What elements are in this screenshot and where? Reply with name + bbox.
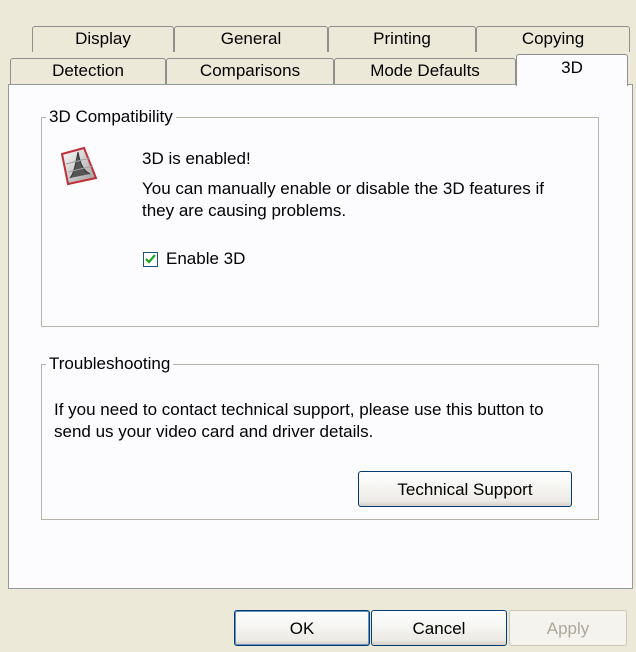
description-line-1: You can manually enable or disable the 3… xyxy=(142,179,544,198)
apply-button[interactable]: Apply xyxy=(509,610,627,646)
3d-graph-icon xyxy=(56,144,102,188)
status-text: 3D is enabled! xyxy=(142,149,251,168)
troubleshooting-line-2: send us your video card and driver detai… xyxy=(54,422,374,441)
tab-printing[interactable]: Printing xyxy=(328,26,476,52)
tab-label: Display xyxy=(75,29,131,48)
troubleshooting-line-1: If you need to contact technical support… xyxy=(54,400,544,419)
ok-button[interactable]: OK xyxy=(234,610,370,646)
tab-detection[interactable]: Detection xyxy=(10,58,166,86)
tab-label: Copying xyxy=(521,29,585,48)
tab-label: Comparisons xyxy=(199,61,301,80)
group-3d-compatibility: 3D Compatibility 3D is enabled! You can … xyxy=(41,106,599,327)
tab-label: Detection xyxy=(52,61,124,80)
group-legend: 3D Compatibility xyxy=(46,106,176,128)
checkmark-icon xyxy=(145,254,156,264)
cancel-button[interactable]: Cancel xyxy=(371,610,507,646)
tab-label: General xyxy=(220,29,282,48)
tab-comparisons[interactable]: Comparisons xyxy=(166,58,334,86)
tab-copying[interactable]: Copying xyxy=(476,26,630,52)
tab-general[interactable]: General xyxy=(174,26,328,52)
enable-3d-checkbox[interactable] xyxy=(143,252,158,267)
tab-3d[interactable]: 3D xyxy=(516,54,628,86)
tab-label: Printing xyxy=(373,29,431,48)
tab-display[interactable]: Display xyxy=(32,26,174,52)
description-line-2: they are causing problems. xyxy=(142,201,347,220)
tab-label: Mode Defaults xyxy=(370,61,480,80)
tab-label: 3D xyxy=(561,58,583,77)
group-troubleshooting: Troubleshooting If you need to contact t… xyxy=(41,353,599,520)
tab-mode-defaults[interactable]: Mode Defaults xyxy=(334,58,516,86)
group-legend: Troubleshooting xyxy=(46,353,174,375)
technical-support-button[interactable]: Technical Support xyxy=(358,471,572,507)
enable-3d-label[interactable]: Enable 3D xyxy=(166,248,245,270)
tab-panel-3d: 3D Compatibility 3D is enabled! You can … xyxy=(8,84,633,589)
